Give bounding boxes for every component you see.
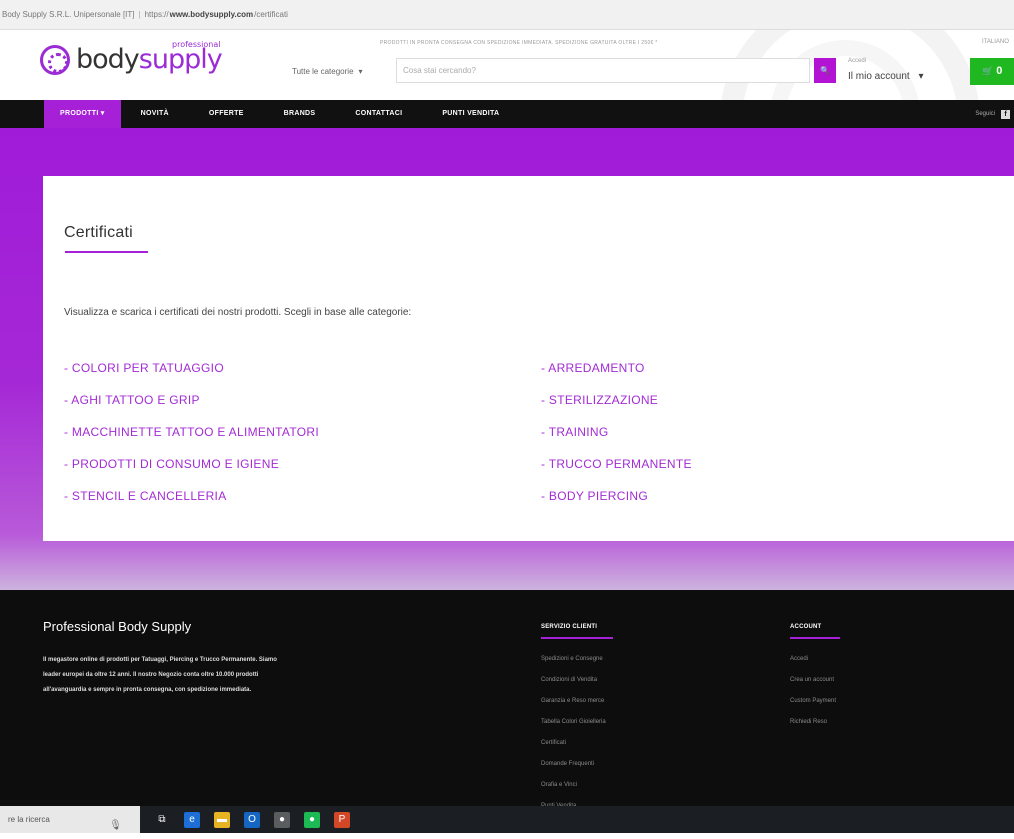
- footer-heading-underline: [541, 637, 613, 639]
- social-label: Seguici: [975, 111, 995, 117]
- promo-banner: PRODOTTI IN PRONTA CONSEGNA CON SPEDIZIO…: [380, 40, 658, 46]
- address-separator: |: [138, 10, 141, 19]
- cart-button[interactable]: 🛒 0: [970, 58, 1014, 85]
- nav-item-contattaci[interactable]: CONTATTACI: [335, 100, 422, 128]
- language-selector[interactable]: ITALIANO: [982, 39, 1009, 45]
- nav-item-novita[interactable]: NOVITÀ: [121, 100, 189, 128]
- footer-services-heading: SERVIZIO CLIENTI: [541, 624, 598, 630]
- certificates-card: Certificati Visualizza e scarica i certi…: [43, 176, 1014, 541]
- powerpoint-icon[interactable]: P: [334, 811, 350, 828]
- search-input[interactable]: Cosa stai cercando?: [396, 58, 810, 83]
- site-header: bodysupply professional PRODOTTI IN PRON…: [0, 30, 1014, 100]
- category-link[interactable]: - PRODOTTI DI CONSUMO E IGIENE: [64, 454, 319, 486]
- footer-link[interactable]: Custom Payment: [790, 695, 840, 716]
- category-list-right: - ARREDAMENTO - STERILIZZAZIONE - TRAINI…: [541, 358, 692, 518]
- site-footer: Professional Body Supply Il megastore on…: [0, 590, 1014, 809]
- search-icon: 🔍: [820, 66, 830, 75]
- taskbar-search-input[interactable]: re la ricerca 🎙: [0, 806, 140, 833]
- footer-link[interactable]: Crea un account: [790, 674, 840, 695]
- site-info: Body Supply S.R.L. Unipersonale [IT]: [2, 10, 135, 19]
- site-logo[interactable]: bodysupply professional: [40, 40, 223, 75]
- footer-services-column: SERVIZIO CLIENTI Spedizioni e Consegne C…: [541, 624, 613, 821]
- spotify-icon[interactable]: ●: [304, 811, 320, 828]
- account-menu[interactable]: Il mio account ▾: [848, 71, 924, 82]
- logo-wordmark: bodysupply professional: [76, 40, 223, 75]
- category-link[interactable]: - AGHI TATTOO E GRIP: [64, 390, 319, 422]
- footer-account-column: ACCOUNT Accedi Crea un account Custom Pa…: [790, 624, 840, 737]
- footer-link[interactable]: Tabella Colori Gioielleria: [541, 716, 613, 737]
- logo-mark-icon: [40, 44, 70, 75]
- title-underline: [65, 251, 148, 253]
- chrome-icon[interactable]: ●: [274, 811, 290, 828]
- account-menu-label: Il mio account: [848, 71, 910, 82]
- url-path: /certificati: [254, 10, 288, 19]
- footer-link[interactable]: Orafia e Vinci: [541, 779, 613, 800]
- footer-link[interactable]: Accedi: [790, 653, 840, 674]
- nav-item-offerte[interactable]: OFFERTE: [189, 100, 264, 128]
- url-domain: www.bodysupply.com: [169, 10, 254, 19]
- footer-account-heading: ACCOUNT: [790, 624, 822, 630]
- footer-link[interactable]: Richiedi Reso: [790, 716, 840, 737]
- url-prefix: https://: [144, 10, 169, 19]
- nav-item-punti-vendita[interactable]: PUNTI VENDITA: [422, 100, 519, 128]
- page-title: Certificati: [64, 224, 133, 241]
- search-placeholder: Cosa stai cercando?: [403, 66, 476, 75]
- windows-taskbar: re la ricerca 🎙 ⧉ e ▬ O ● ● P: [0, 806, 1014, 833]
- account-login-hint: Accedi: [848, 58, 867, 64]
- chevron-down-icon: ▾: [358, 66, 363, 76]
- microphone-icon[interactable]: 🎙: [109, 812, 122, 839]
- footer-link[interactable]: Condizioni di Vendita: [541, 674, 613, 695]
- category-select-label: Tutte le categorie: [292, 66, 354, 76]
- cart-icon: 🛒: [982, 66, 994, 76]
- category-select[interactable]: Tutte le categorie ▾: [292, 60, 363, 82]
- nav-item-brands[interactable]: BRANDS: [264, 100, 336, 128]
- category-link[interactable]: - STERILIZZAZIONE: [541, 390, 692, 422]
- footer-link[interactable]: Spedizioni e Consegne: [541, 653, 613, 674]
- category-link[interactable]: - TRUCCO PERMANENTE: [541, 454, 692, 486]
- outlook-icon[interactable]: O: [244, 811, 260, 828]
- footer-link[interactable]: Garanzia e Reso merce: [541, 695, 613, 716]
- logo-professional: professional: [172, 40, 221, 49]
- taskbar-apps: ⧉ e ▬ O ● ● P: [140, 811, 350, 828]
- task-view-icon[interactable]: ⧉: [154, 811, 170, 828]
- footer-description: Il megastore online di prodotti per Tatu…: [43, 657, 277, 693]
- search-button[interactable]: 🔍: [814, 58, 836, 83]
- chevron-down-icon: ▾: [918, 71, 924, 82]
- logo-body: body: [76, 44, 140, 75]
- footer-heading-underline: [790, 637, 840, 639]
- category-link[interactable]: - TRAINING: [541, 422, 692, 454]
- social-links: Seguici f: [975, 100, 1010, 128]
- category-list-left: - COLORI PER TATUAGGIO - AGHI TATTOO E G…: [64, 358, 319, 518]
- nav-item-prodotti[interactable]: PRODOTTI ▾: [44, 100, 121, 128]
- file-explorer-icon[interactable]: ▬: [214, 811, 230, 828]
- category-link[interactable]: - BODY PIERCING: [541, 486, 692, 518]
- footer-title: Professional Body Supply: [43, 619, 192, 634]
- facebook-icon[interactable]: f: [1001, 109, 1010, 119]
- browser-address-bar[interactable]: Body Supply S.R.L. Unipersonale [IT] | h…: [0, 0, 1014, 30]
- page-intro: Visualizza e scarica i certificati dei n…: [64, 307, 412, 318]
- footer-link[interactable]: Domande Frequenti: [541, 758, 613, 779]
- footer-link[interactable]: Certificati: [541, 737, 613, 758]
- taskbar-search-placeholder: re la ricerca: [8, 815, 50, 824]
- category-link[interactable]: - ARREDAMENTO: [541, 358, 692, 390]
- category-link[interactable]: - MACCHINETTE TATTOO E ALIMENTATORI: [64, 422, 319, 454]
- category-link[interactable]: - STENCIL E CANCELLERIA: [64, 486, 319, 518]
- cart-count: 0: [996, 65, 1003, 77]
- edge-icon[interactable]: e: [184, 811, 200, 828]
- main-navigation: PRODOTTI ▾ NOVITÀ OFFERTE BRANDS CONTATT…: [0, 100, 1014, 128]
- category-link[interactable]: - COLORI PER TATUAGGIO: [64, 358, 319, 390]
